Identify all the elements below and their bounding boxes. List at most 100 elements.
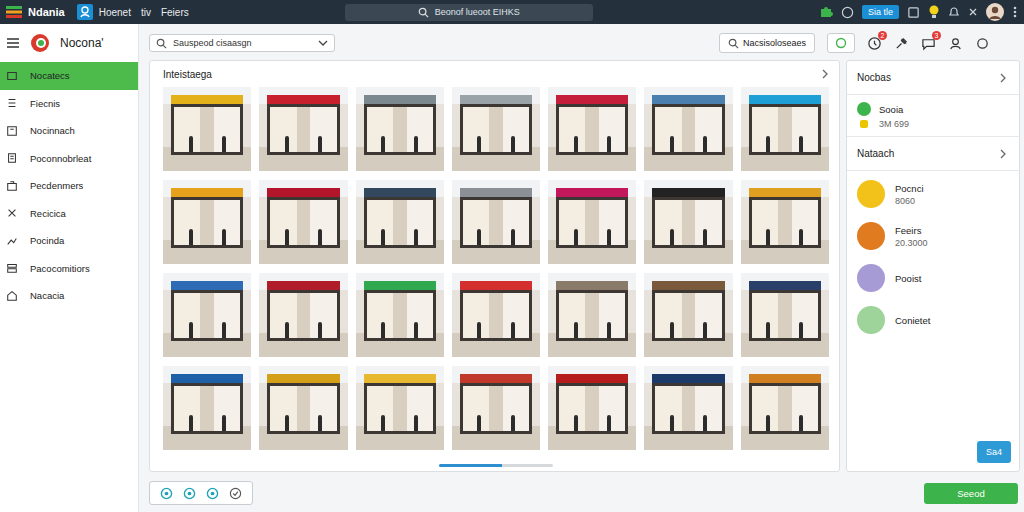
contact-item[interactable]: Feeirs20.3000 <box>857 221 1009 251</box>
store-photo[interactable] <box>452 180 540 264</box>
user-icon[interactable] <box>948 36 963 51</box>
sidebar-item[interactable]: Pacocomitiors <box>0 255 138 283</box>
section-header[interactable]: Nocbas <box>847 61 1019 95</box>
account-pill[interactable]: Sia tle <box>862 5 899 19</box>
avatar-icon[interactable] <box>986 3 1004 21</box>
store-photo[interactable] <box>741 87 829 171</box>
help-icon[interactable] <box>841 6 854 19</box>
store-photo[interactable] <box>163 366 251 450</box>
window-icon[interactable] <box>907 6 920 19</box>
messages-button[interactable]: 3 <box>921 36 936 51</box>
store-photo[interactable] <box>741 366 829 450</box>
store-photo[interactable] <box>452 273 540 357</box>
store-photo[interactable] <box>452 366 540 450</box>
brand-name[interactable]: Nocona' <box>60 36 104 50</box>
store-photo[interactable] <box>548 180 636 264</box>
top-nav-item[interactable]: Feiers <box>161 7 189 18</box>
storefront <box>652 281 724 341</box>
category-dropdown[interactable]: Sauspeod cisaasgn <box>149 34 335 52</box>
store-photo[interactable] <box>356 87 444 171</box>
app-logo-icon[interactable] <box>6 5 22 19</box>
menu-icon[interactable] <box>6 37 20 49</box>
store-photo[interactable] <box>644 180 732 264</box>
store-photo[interactable] <box>356 273 444 357</box>
panel-action-button[interactable]: Sa4 <box>977 441 1011 463</box>
notifications-button[interactable]: 2 <box>867 36 882 51</box>
tool-icon[interactable] <box>160 487 173 500</box>
contact-text: Conietet <box>895 315 930 326</box>
chevron-right-icon <box>999 149 1007 159</box>
store-photo[interactable] <box>548 366 636 450</box>
sidebar-item[interactable]: Fiecnis <box>0 90 138 118</box>
person <box>799 136 803 152</box>
tools-icon[interactable] <box>894 36 909 51</box>
person <box>670 322 674 338</box>
brand-logo-icon[interactable] <box>30 33 50 53</box>
app-name[interactable]: Ndania <box>28 6 65 18</box>
store-photo[interactable] <box>259 273 347 357</box>
store-photo[interactable] <box>259 180 347 264</box>
scrollbar[interactable] <box>439 464 553 467</box>
check-icon[interactable] <box>229 487 242 500</box>
scrollbar-thumb[interactable] <box>439 464 502 467</box>
person <box>285 229 289 245</box>
store-photo[interactable] <box>644 87 732 171</box>
settings-icon[interactable] <box>975 36 990 51</box>
summary-name: Sooia <box>879 104 903 115</box>
bell-icon[interactable] <box>948 6 960 18</box>
store-photo[interactable] <box>259 87 347 171</box>
sidebar-header: Nocona' <box>0 24 138 62</box>
close-icon[interactable] <box>968 7 978 17</box>
sidebar-item[interactable]: Recicica <box>0 200 138 228</box>
sidebar-item[interactable]: Nocatecs <box>0 62 138 90</box>
store-photo[interactable] <box>741 180 829 264</box>
status-button[interactable] <box>827 33 855 53</box>
contact-item[interactable]: Pooist <box>857 263 1009 293</box>
top-nav-item[interactable]: tiv <box>141 7 151 18</box>
person <box>381 415 385 431</box>
storefront <box>171 95 243 155</box>
store-sign <box>749 188 821 197</box>
person <box>799 322 803 338</box>
content: InteistaegaNocbasSooia3M 699NataachPocnc… <box>149 60 1020 472</box>
tool-icon[interactable] <box>206 487 219 500</box>
store-window <box>270 293 336 338</box>
tool-icon[interactable] <box>183 487 196 500</box>
store-photo[interactable] <box>356 180 444 264</box>
store-window <box>174 386 240 431</box>
store-photo[interactable] <box>259 366 347 450</box>
person <box>477 136 481 152</box>
home-icon[interactable] <box>77 4 93 20</box>
store-photo[interactable] <box>548 87 636 171</box>
contact-item[interactable]: Pocnci8060 <box>857 179 1009 209</box>
store-photo[interactable] <box>163 273 251 357</box>
section-header[interactable]: Nataach <box>847 137 1019 171</box>
store-photo[interactable] <box>644 366 732 450</box>
sidebar-item[interactable]: Pocinda <box>0 227 138 255</box>
bulb-icon[interactable] <box>928 5 940 19</box>
store-photo[interactable] <box>356 366 444 450</box>
sidebar-item[interactable]: Nocinnach <box>0 117 138 145</box>
person <box>189 322 193 338</box>
store-photo[interactable] <box>741 273 829 357</box>
puzzle-icon[interactable] <box>819 5 833 19</box>
store-photo[interactable] <box>548 273 636 357</box>
summary-item[interactable]: Sooia3M 699 <box>847 95 1019 137</box>
contact-text: Feeirs20.3000 <box>895 225 928 248</box>
sidebar-item[interactable]: Nacacia <box>0 282 138 310</box>
store-photo[interactable] <box>163 180 251 264</box>
storefront <box>556 281 628 341</box>
save-button[interactable]: Seeod <box>924 483 1018 504</box>
search-field[interactable]: Beonof lueoot EIHKS <box>345 4 593 21</box>
store-photo[interactable] <box>452 87 540 171</box>
chevron-right-icon[interactable] <box>821 69 829 79</box>
more-icon[interactable] <box>1012 5 1018 19</box>
top-nav-item[interactable]: Hoenet <box>99 7 131 18</box>
sidebar-item[interactable]: Poconnobrleat <box>0 145 138 173</box>
search-button[interactable]: Nacsisoloseaes <box>719 33 815 53</box>
store-photo[interactable] <box>644 273 732 357</box>
store-window <box>752 200 818 245</box>
sidebar-item[interactable]: Pecdenmers <box>0 172 138 200</box>
store-photo[interactable] <box>163 87 251 171</box>
contact-item[interactable]: Conietet <box>857 305 1009 335</box>
